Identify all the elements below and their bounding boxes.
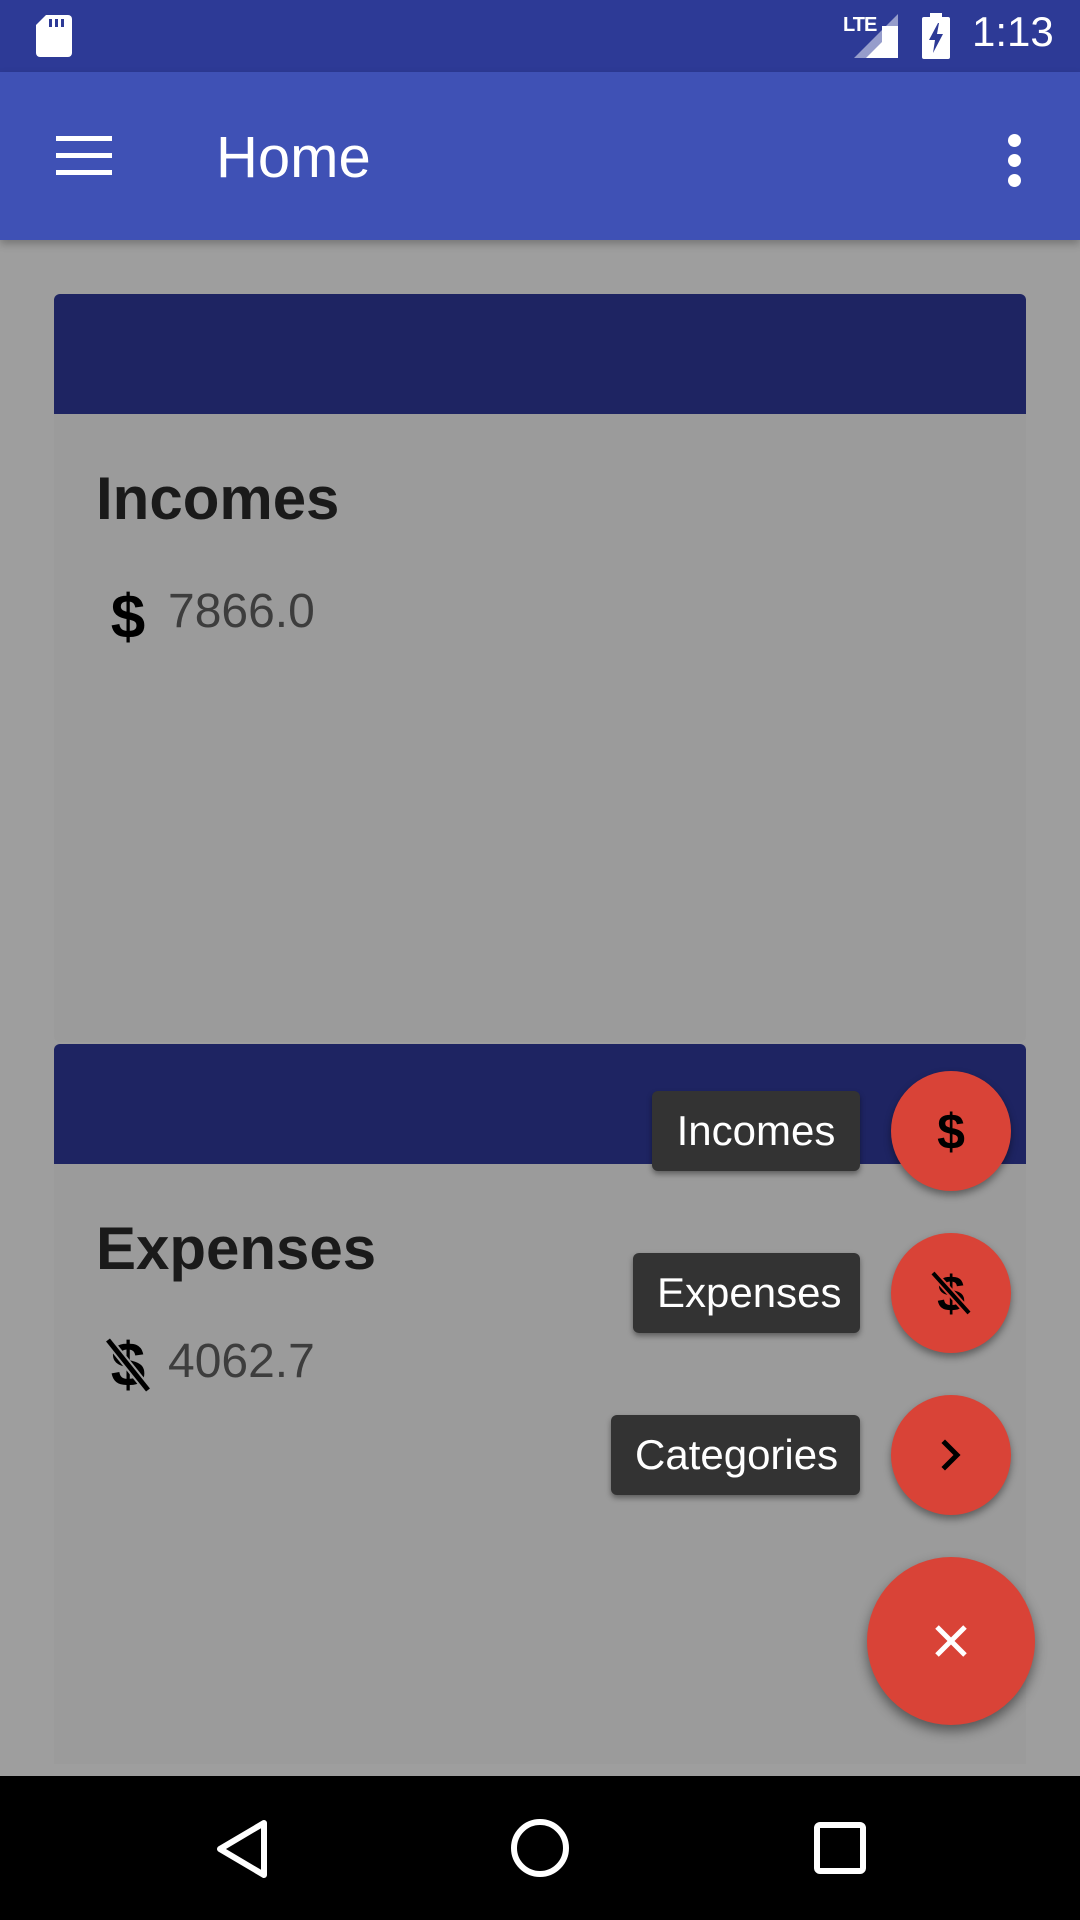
clock: 1:13 — [972, 8, 1054, 55]
menu-icon[interactable] — [56, 136, 112, 176]
chevron-right-icon — [941, 1439, 961, 1471]
fab-close-button[interactable] — [867, 1557, 1035, 1725]
fab-label-incomes[interactable]: Incomes — [652, 1091, 860, 1171]
dollar-icon: $ — [937, 1107, 965, 1155]
incomes-card-title: Incomes — [96, 465, 340, 532]
fab-incomes-button[interactable]: $ — [891, 1071, 1011, 1191]
incomes-amount: 7866.0 — [168, 585, 315, 638]
dollar-off-icon: $ — [930, 1269, 972, 1317]
recents-icon[interactable] — [814, 1822, 866, 1874]
app-bar: Home — [0, 72, 1080, 240]
navigation-bar — [0, 1776, 1080, 1920]
sd-card-icon — [36, 15, 72, 57]
close-icon — [935, 1625, 967, 1657]
fab-categories-button[interactable] — [891, 1395, 1011, 1515]
signal-icon — [854, 14, 898, 58]
battery-charging-icon — [922, 13, 950, 59]
expenses-card-title: Expenses — [96, 1215, 377, 1282]
fab-expenses-button[interactable]: $ — [891, 1233, 1011, 1353]
incomes-card-header — [54, 294, 1026, 414]
home-icon[interactable] — [510, 1818, 570, 1878]
svg-text:$: $ — [111, 586, 145, 646]
dollar-off-icon: $ — [106, 1334, 150, 1394]
page-title: Home — [216, 125, 371, 190]
expenses-amount: 4062.7 — [168, 1335, 315, 1388]
svg-text:$: $ — [937, 1107, 965, 1155]
fab-label-categories[interactable]: Categories — [611, 1415, 860, 1495]
incomes-card[interactable]: Incomes $ 7866.0 — [54, 294, 1026, 1042]
fab-label-expenses[interactable]: Expenses — [633, 1253, 860, 1333]
overflow-menu-icon[interactable] — [1004, 134, 1024, 188]
dollar-icon: $ — [111, 586, 145, 646]
status-bar: LTE 1:13 — [0, 0, 1080, 72]
back-icon[interactable] — [214, 1819, 270, 1879]
expenses-card-header — [54, 1044, 1026, 1164]
